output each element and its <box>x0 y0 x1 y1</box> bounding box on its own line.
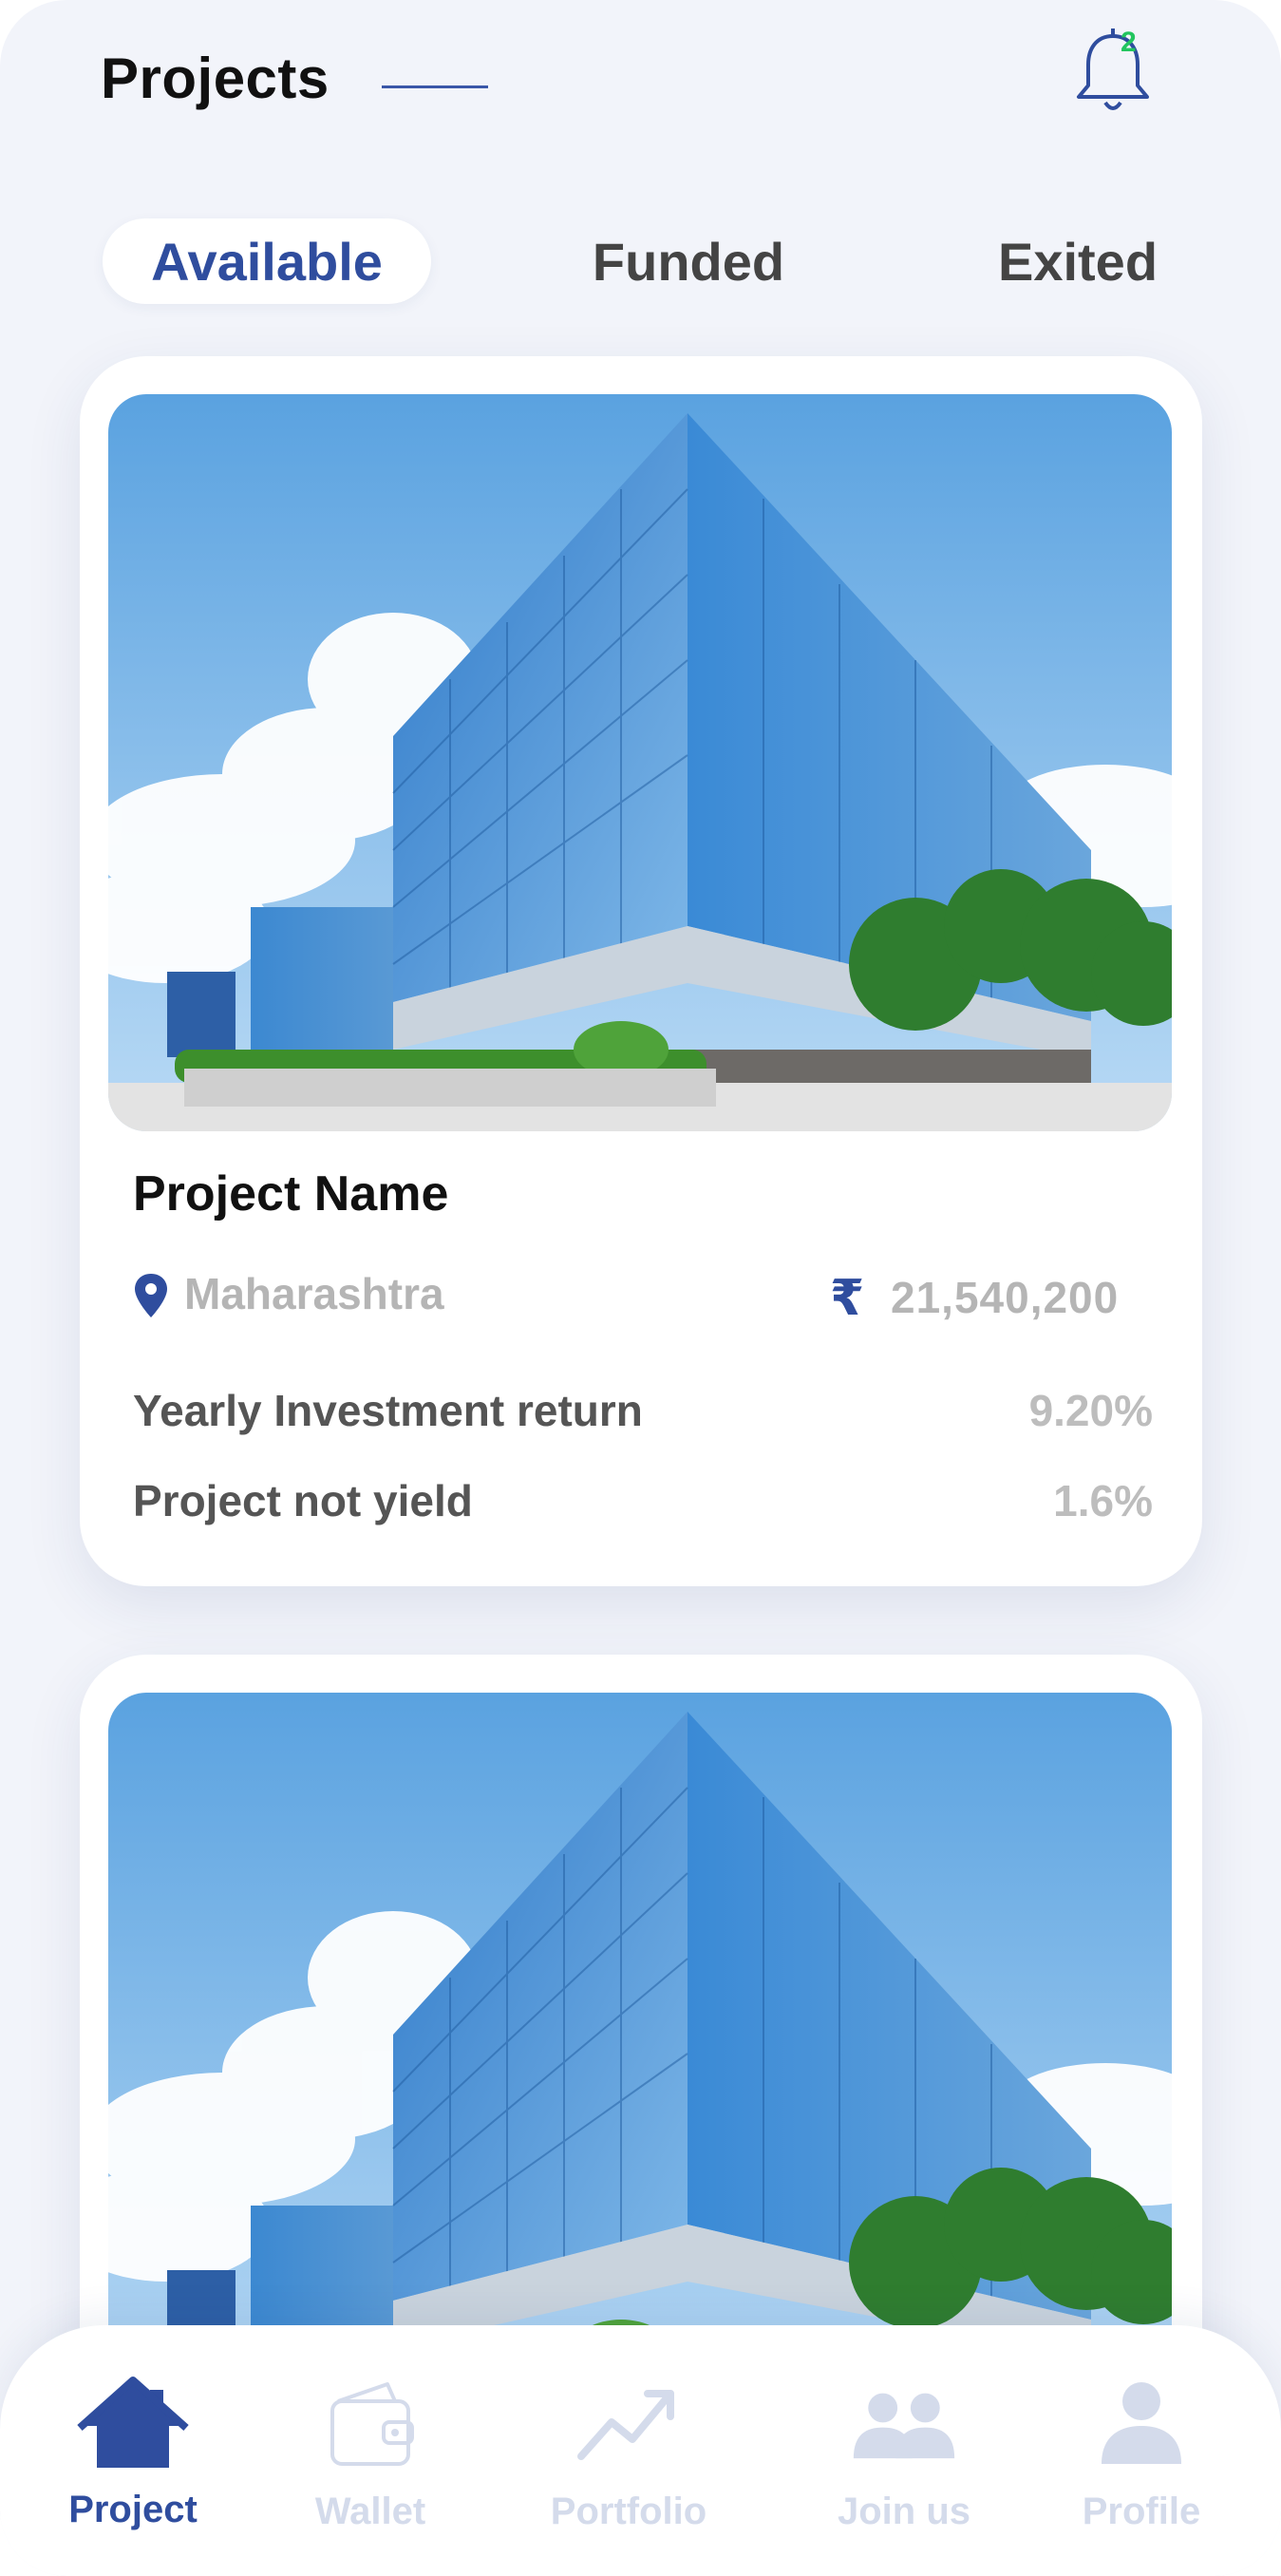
project-image <box>108 394 1172 1131</box>
nav-item-wallet[interactable]: Wallet <box>275 2325 465 2576</box>
tab-funded[interactable]: Funded <box>560 218 817 304</box>
nav-item-portfolio[interactable]: Portfolio <box>534 2325 724 2576</box>
metric-row: Project not yield 1.6% <box>133 1475 1153 1542</box>
location-pin-icon <box>135 1274 167 1317</box>
project-name: Project Name <box>133 1166 449 1222</box>
metric-label: Project not yield <box>133 1476 473 1525</box>
tab-available[interactable]: Available <box>103 218 431 304</box>
rupee-icon: ₹ <box>830 1271 865 1326</box>
trending-up-icon <box>572 2373 686 2477</box>
wallet-icon <box>313 2373 427 2477</box>
project-amount: 21,540,200 <box>891 1273 1120 1322</box>
metric-value: 1.6% <box>1053 1476 1153 1525</box>
project-location: Maharashtra <box>184 1269 444 1318</box>
nav-item-profile[interactable]: Profile <box>1046 2325 1236 2576</box>
tab-bar: Available Funded Exited <box>0 214 1281 309</box>
nav-item-join-us[interactable]: Join us <box>809 2325 999 2576</box>
notification-button[interactable]: 2 <box>1067 23 1159 118</box>
project-image <box>108 1693 1172 2430</box>
metric-row: Yearly Investment return 9.20% <box>133 1385 1153 1451</box>
nav-label: Portfolio <box>550 2491 707 2532</box>
metric-value: 9.20% <box>1028 1386 1153 1435</box>
page-title: Projects <box>101 47 330 110</box>
header: Projects 2 <box>0 0 1281 171</box>
tab-exited[interactable]: Exited <box>959 218 1196 304</box>
location-row: Maharashtra ₹ 21,540,200 <box>127 1268 1143 1335</box>
nav-item-project[interactable]: Project <box>38 2325 228 2576</box>
notification-badge: 2 <box>1121 27 1137 58</box>
home-icon <box>76 2373 190 2477</box>
metric-label: Yearly Investment return <box>133 1386 643 1435</box>
nav-label: Project <box>68 2489 198 2530</box>
title-underline <box>382 85 488 88</box>
nav-label: Join us <box>837 2491 971 2532</box>
bottom-nav: Project Wallet Portfolio Join us Profile <box>0 2325 1281 2576</box>
users-icon <box>847 2373 961 2477</box>
project-card[interactable]: Project Name Maharashtra ₹ 21,540,200 Ye… <box>80 356 1202 1586</box>
bell-icon <box>1077 28 1149 110</box>
nav-label: Profile <box>1082 2491 1201 2532</box>
user-icon <box>1084 2373 1198 2477</box>
app-screen: Projects 2 Available Funded Exited Proje… <box>0 0 1281 2576</box>
nav-label: Wallet <box>314 2491 426 2532</box>
